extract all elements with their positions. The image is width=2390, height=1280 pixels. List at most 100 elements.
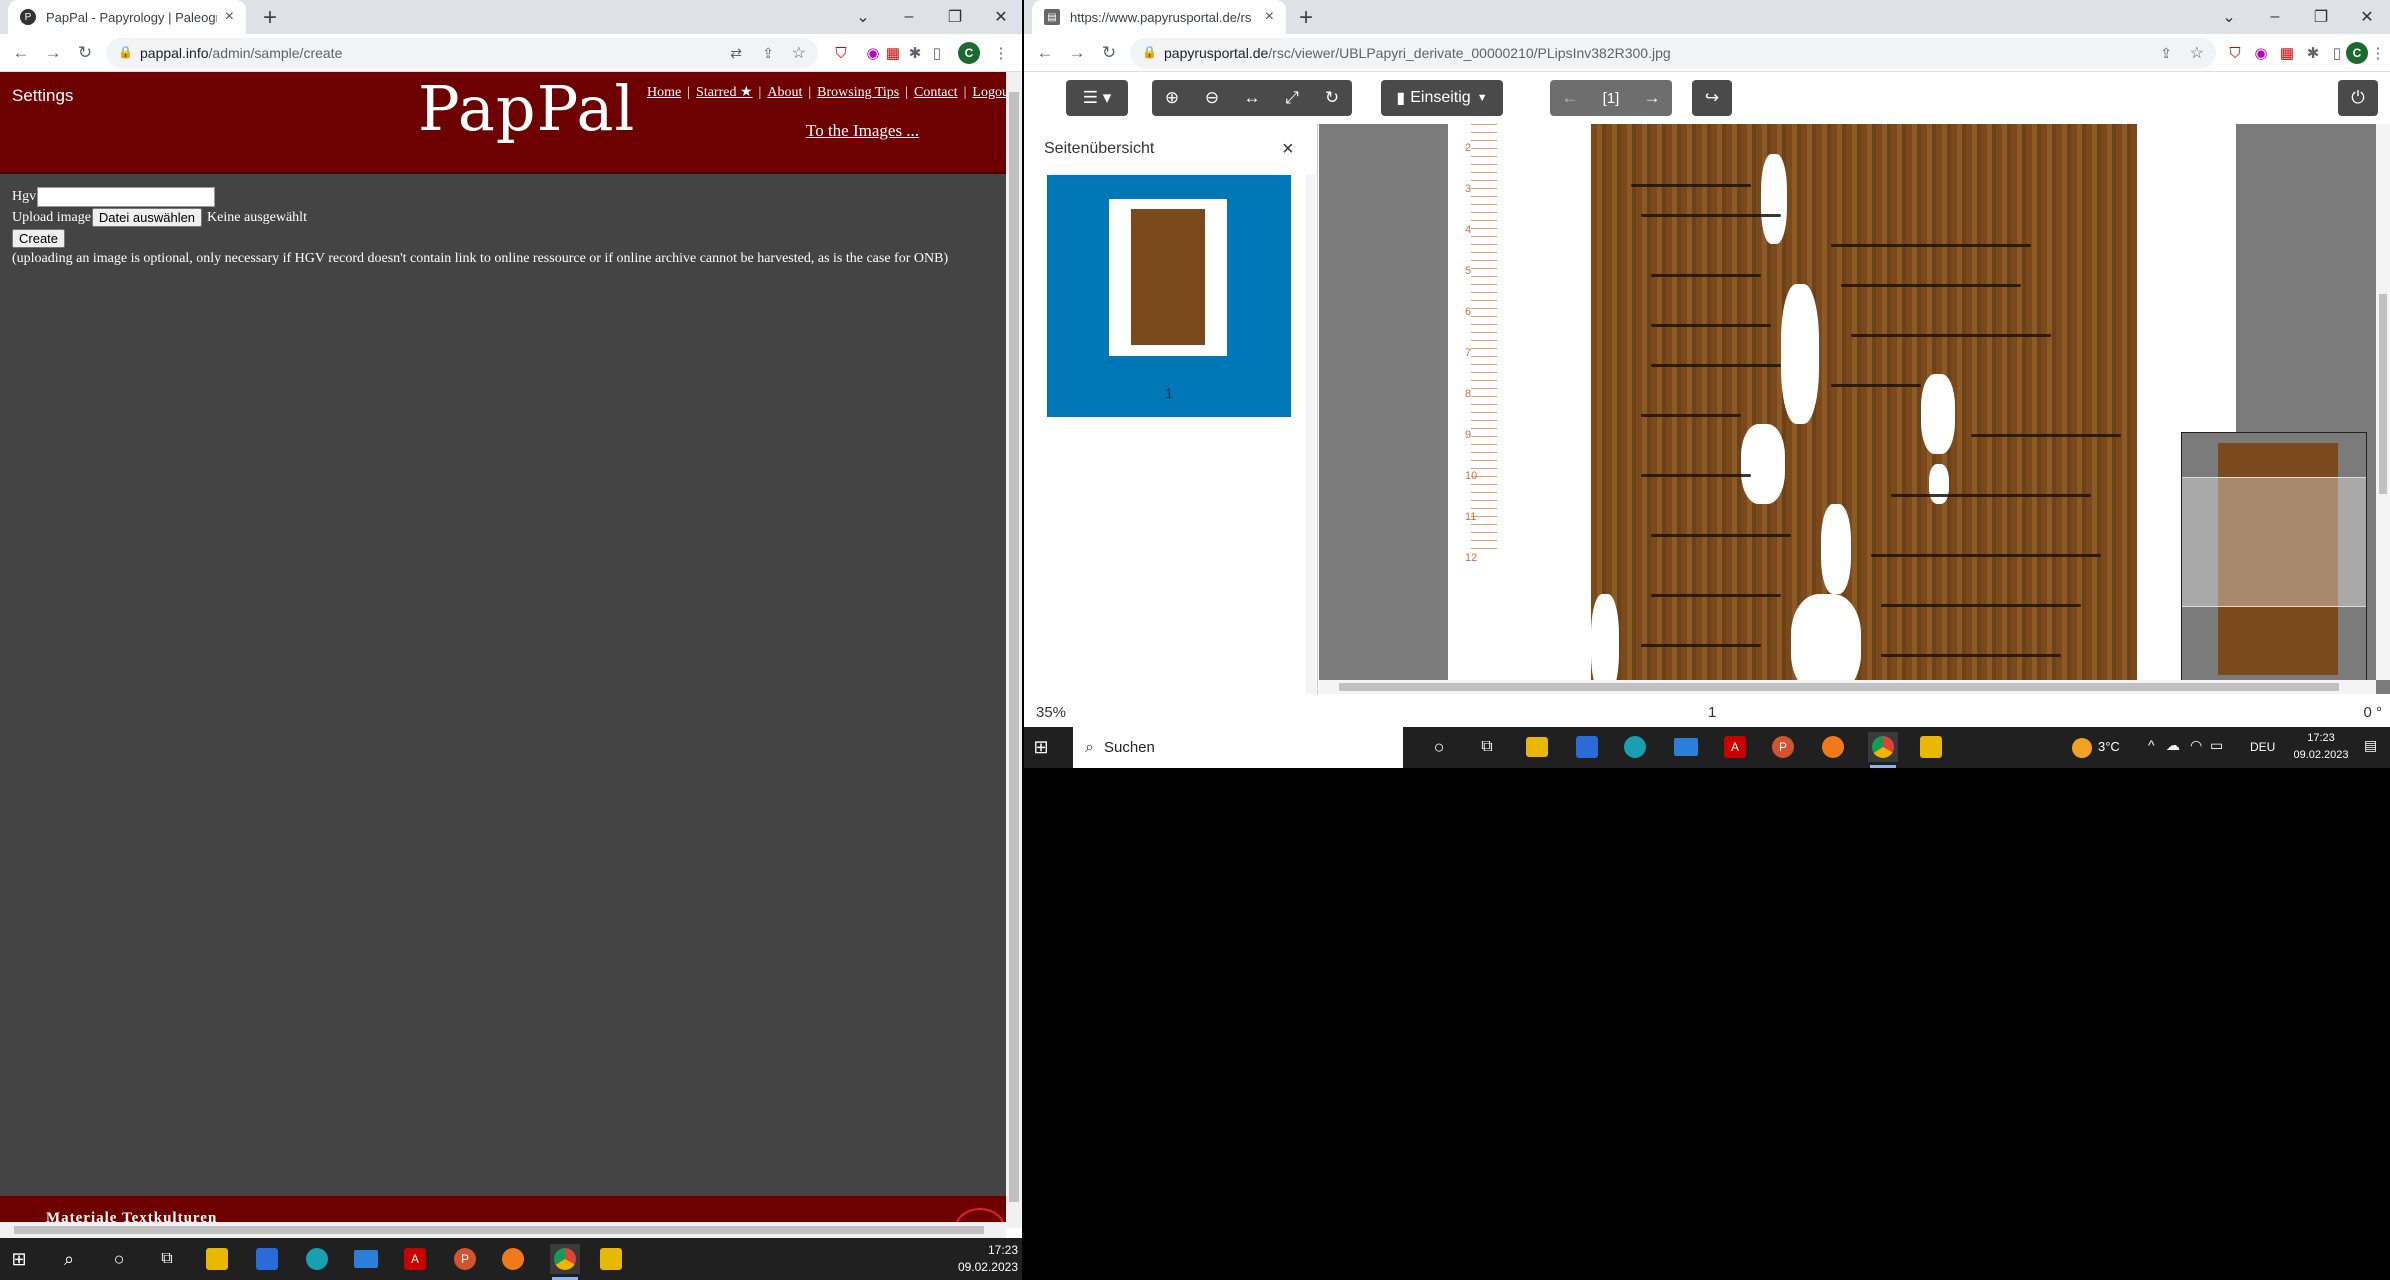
- extension-store-icon[interactable]: ▦: [2276, 42, 2298, 64]
- file-explorer-icon[interactable]: [1526, 737, 1548, 757]
- back-icon[interactable]: ←: [10, 42, 32, 64]
- chrome-icon[interactable]: [550, 1244, 580, 1274]
- nav-contact[interactable]: Contact: [914, 85, 958, 100]
- task-view-icon[interactable]: ⧉: [156, 1248, 178, 1270]
- menu-kebab-icon[interactable]: ⋮: [990, 42, 1012, 64]
- nav-browsing-tips[interactable]: Browsing Tips: [817, 85, 899, 100]
- file-explorer-icon[interactable]: [206, 1248, 228, 1270]
- bookmark-star-icon[interactable]: ☆: [792, 43, 806, 63]
- search-icon[interactable]: ⌕: [58, 1248, 80, 1270]
- nav-about[interactable]: About: [767, 85, 802, 100]
- address-bar[interactable]: 🔒 pappal.info/admin/sample/create ⇄ ⇪ ☆: [106, 38, 818, 68]
- tray-wifi-icon[interactable]: ◠: [2190, 737, 2202, 754]
- weather-icon[interactable]: [2072, 738, 2092, 758]
- notes-app-icon[interactable]: [600, 1248, 622, 1270]
- nav-starred[interactable]: Starred ★: [696, 85, 752, 100]
- firefox-icon[interactable]: [1822, 736, 1844, 758]
- profile-avatar[interactable]: C: [2346, 42, 2368, 64]
- zoom-in-icon[interactable]: ⊕: [1152, 80, 1192, 116]
- translate-icon[interactable]: ⇄: [730, 45, 742, 62]
- restore-icon[interactable]: ❐: [2298, 0, 2344, 34]
- image-canvas[interactable]: 2 3 4 5 6 7 8 9 10 11 12: [1319, 124, 2390, 694]
- acrobat-icon[interactable]: A: [1724, 736, 1746, 758]
- extension-shield-icon[interactable]: ⛉: [2224, 42, 2246, 64]
- new-tab-button[interactable]: +: [1292, 4, 1320, 32]
- left-vertical-scrollbar[interactable]: [1006, 72, 1022, 1228]
- powerpoint-icon[interactable]: P: [454, 1248, 476, 1270]
- fit-page-icon[interactable]: ⤢: [1272, 80, 1312, 116]
- notes-app-icon[interactable]: [1920, 736, 1942, 758]
- tray-cloud-icon[interactable]: ☁: [2166, 737, 2180, 754]
- close-window-icon[interactable]: ✕: [978, 0, 1022, 34]
- overview-minimap[interactable]: [2181, 432, 2367, 682]
- tray-chevron-icon[interactable]: ^: [2148, 737, 2155, 753]
- zoom-out-icon[interactable]: ⊖: [1192, 80, 1232, 116]
- minimize-icon[interactable]: –: [2252, 0, 2298, 34]
- forward-icon[interactable]: →: [42, 42, 64, 64]
- viewer-menu-button[interactable]: ☰ ▾: [1066, 80, 1128, 116]
- reload-icon[interactable]: ↻: [1098, 42, 1120, 64]
- firefox-icon[interactable]: [502, 1248, 524, 1270]
- rotate-icon[interactable]: ↻: [1312, 80, 1352, 116]
- cortana-icon[interactable]: ○: [1428, 736, 1450, 758]
- edge-icon[interactable]: [1624, 736, 1646, 758]
- create-button[interactable]: Create: [12, 229, 66, 248]
- image-vertical-scroll-thumb[interactable]: [2379, 294, 2387, 494]
- image-vertical-scrollbar[interactable]: [2376, 124, 2390, 680]
- edge-icon[interactable]: [306, 1248, 328, 1270]
- nav-home[interactable]: Home: [647, 85, 681, 100]
- left-horizontal-scroll-thumb[interactable]: [14, 1226, 984, 1234]
- fit-width-icon[interactable]: ↔: [1232, 80, 1272, 116]
- share-viewer-button[interactable]: ↪: [1692, 80, 1732, 116]
- page-indicator[interactable]: [1]: [1590, 80, 1632, 116]
- task-view-icon[interactable]: ⧉: [1476, 736, 1498, 758]
- left-horizontal-scrollbar[interactable]: [0, 1222, 1006, 1238]
- tab-pappal[interactable]: P PapPal - Papyrology | Paleograph ×: [8, 0, 246, 34]
- notification-icon[interactable]: ▤: [2364, 737, 2377, 754]
- chrome-icon[interactable]: [1868, 732, 1898, 762]
- mail-icon[interactable]: [354, 1250, 378, 1268]
- store-icon[interactable]: [1576, 736, 1598, 758]
- left-vertical-scroll-thumb[interactable]: [1009, 92, 1019, 1202]
- taskbar-search-box[interactable]: ⌕ Suchen: [1073, 727, 1403, 768]
- extension-shield-icon[interactable]: ⛉: [830, 42, 852, 64]
- extensions-puzzle-icon[interactable]: ✱: [2302, 42, 2324, 64]
- extension-store-icon[interactable]: ▦: [882, 42, 904, 64]
- menu-kebab-icon[interactable]: ⋮: [2370, 42, 2386, 64]
- share-icon[interactable]: ⇪: [2160, 45, 2172, 62]
- settings-link[interactable]: Settings: [12, 86, 73, 106]
- restore-icon[interactable]: ❐: [932, 0, 978, 34]
- cortana-icon[interactable]: ○: [108, 1248, 130, 1270]
- prev-page-icon[interactable]: ←: [1550, 80, 1590, 116]
- right-clock[interactable]: 17:23 09.02.2023: [2286, 730, 2356, 764]
- chevron-down-icon[interactable]: ⌄: [2206, 0, 2252, 34]
- sidepanel-icon[interactable]: ▯: [926, 42, 948, 64]
- next-page-icon[interactable]: →: [1632, 80, 1672, 116]
- share-icon[interactable]: ⇪: [762, 45, 774, 62]
- back-icon[interactable]: ←: [1034, 42, 1056, 64]
- windows-start-icon[interactable]: ⊞: [8, 1248, 30, 1270]
- close-sidebar-icon[interactable]: ×: [1282, 138, 1294, 161]
- store-icon[interactable]: [256, 1248, 278, 1270]
- chevron-down-icon[interactable]: ⌄: [840, 0, 886, 34]
- to-the-images-link[interactable]: To the Images ...: [806, 121, 919, 141]
- extension-badge-icon[interactable]: ◉: [2250, 42, 2272, 64]
- tab-papyrusportal[interactable]: ▤ https://www.papyrusportal.de/rs ×: [1032, 0, 1286, 34]
- reload-icon[interactable]: ↻: [74, 42, 96, 64]
- close-tab-icon[interactable]: ×: [225, 8, 234, 26]
- view-mode-dropdown[interactable]: ▮ Einseitig ▼: [1381, 80, 1503, 116]
- image-horizontal-scrollbar[interactable]: [1319, 680, 2376, 694]
- tray-battery-icon[interactable]: ▭: [2210, 737, 2223, 754]
- left-clock[interactable]: 17:23 09.02.2023: [940, 1242, 1018, 1276]
- powerpoint-icon[interactable]: P: [1772, 736, 1794, 758]
- close-window-icon[interactable]: ✕: [2344, 0, 2390, 34]
- sidepanel-icon[interactable]: ▯: [2326, 42, 2348, 64]
- image-horizontal-scroll-thumb[interactable]: [1339, 683, 2339, 691]
- pappal-logo[interactable]: PapPal: [418, 72, 635, 145]
- choose-file-button[interactable]: Datei auswählen: [91, 208, 203, 227]
- forward-icon[interactable]: →: [1066, 42, 1088, 64]
- windows-start-icon[interactable]: ⊞: [1030, 736, 1052, 758]
- acrobat-icon[interactable]: A: [404, 1248, 426, 1270]
- tray-language[interactable]: DEU: [2250, 740, 2275, 754]
- sidebar-scrollbar[interactable]: [1306, 175, 1316, 694]
